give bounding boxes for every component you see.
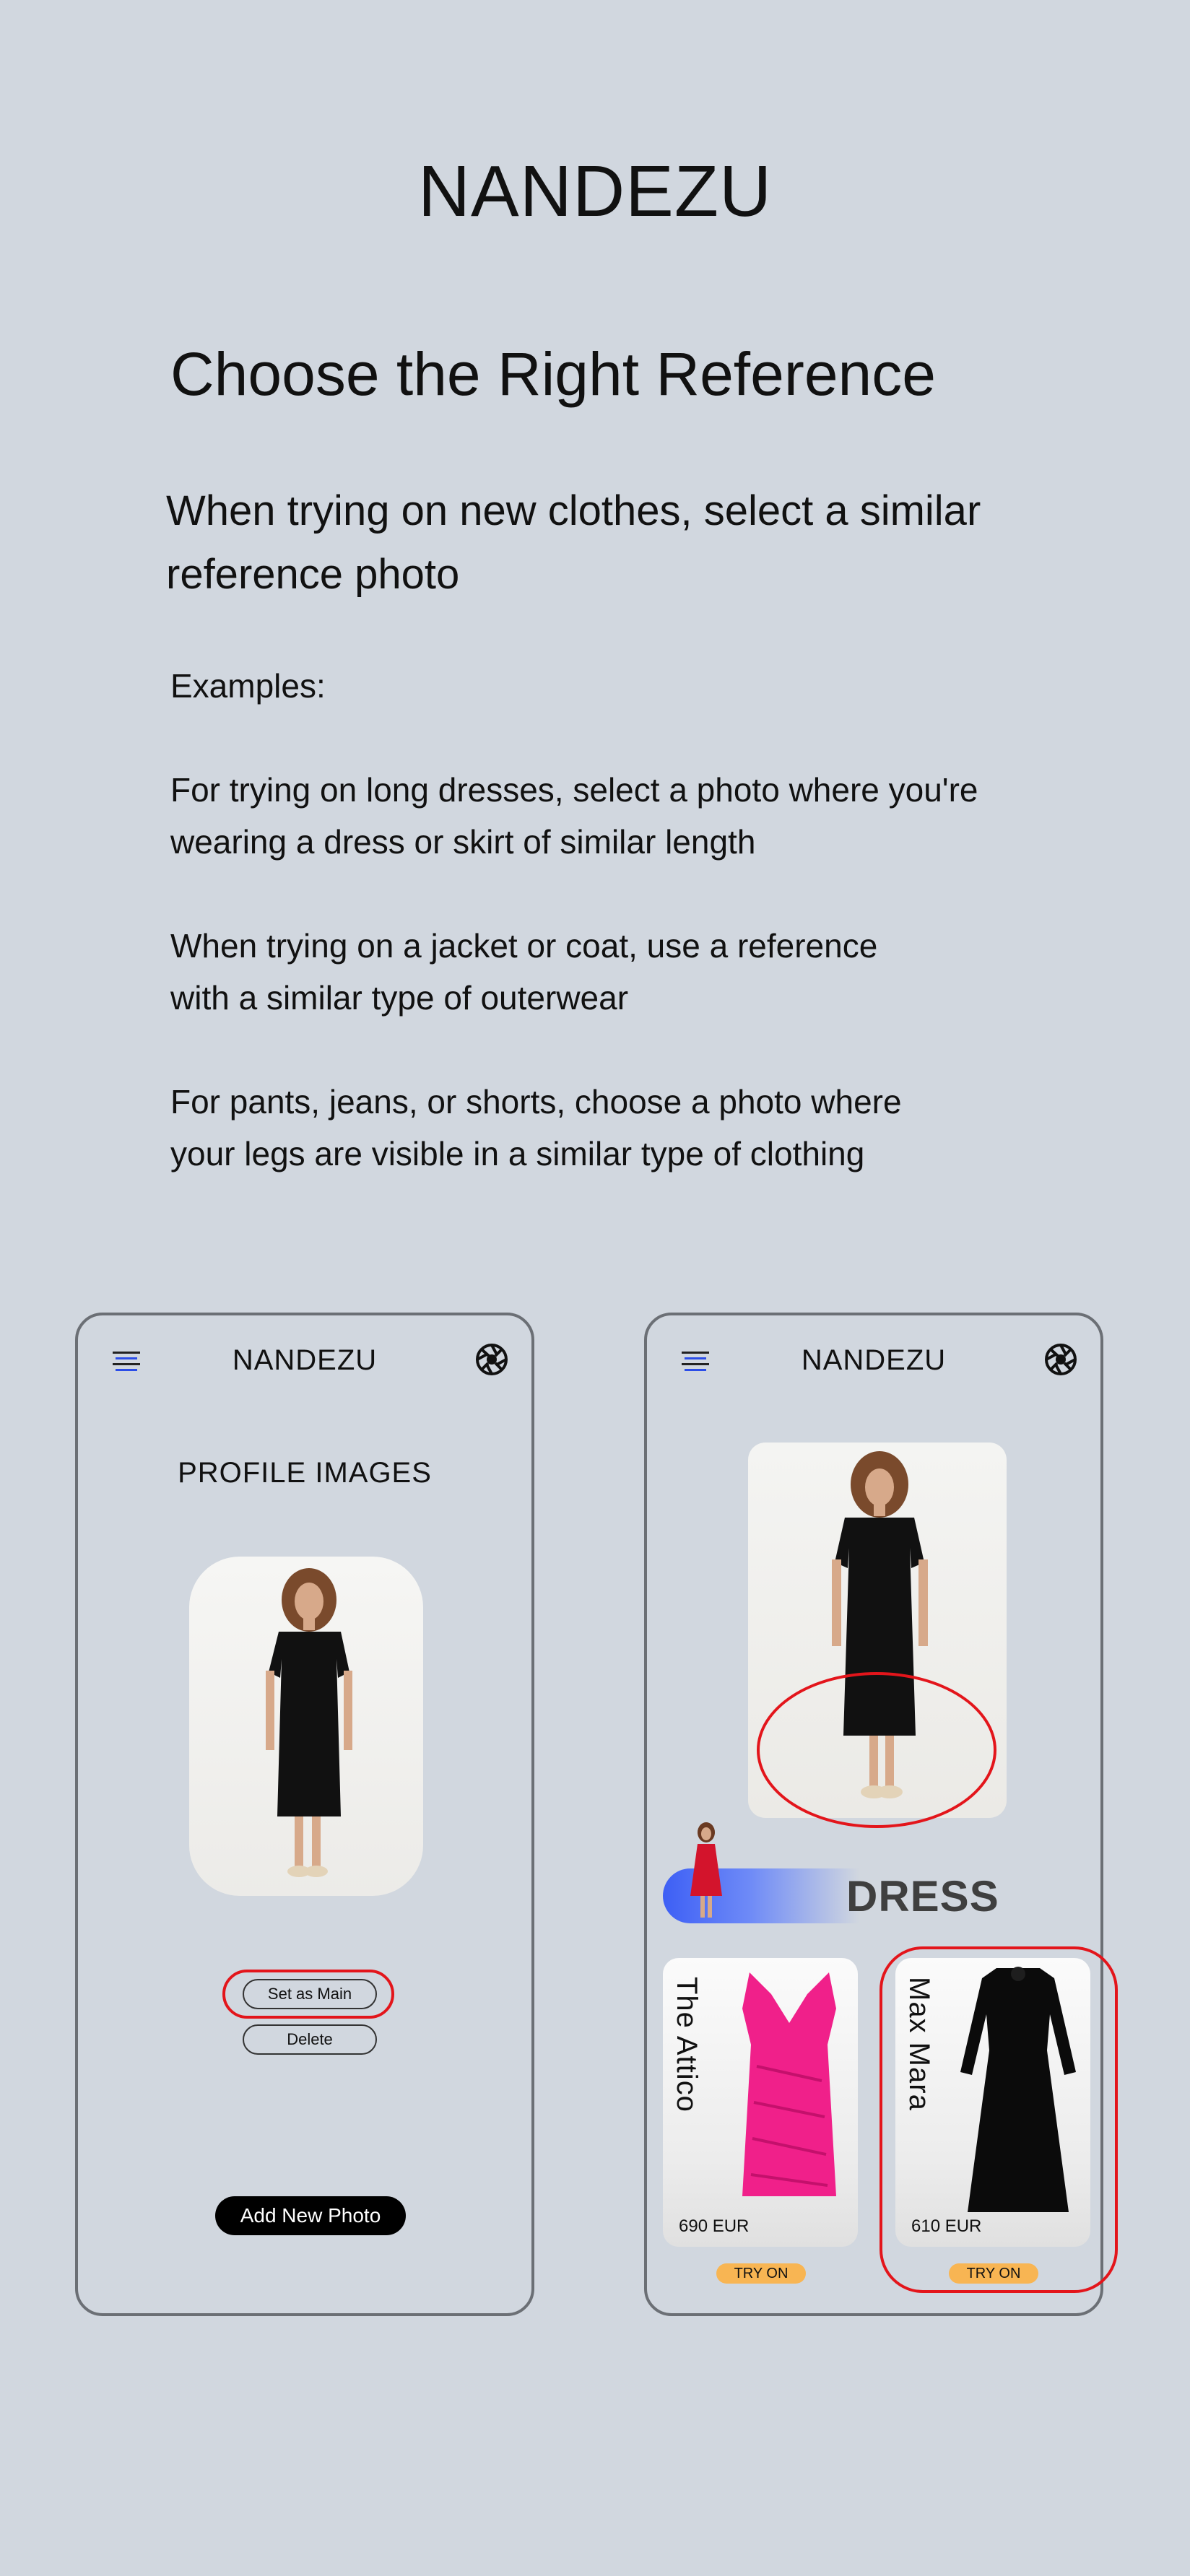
examples-label: Examples: — [170, 667, 326, 705]
profile-photo[interactable] — [189, 1557, 423, 1896]
example-dresses: For trying on long dresses, select a pho… — [170, 771, 978, 861]
phone-brand: NANDEZU — [232, 1344, 378, 1376]
category-title: DRESS — [846, 1872, 999, 1920]
subline: When trying on new clothes, select a sim… — [166, 487, 981, 598]
product-highlight — [880, 1946, 1118, 2293]
add-new-photo-button[interactable]: Add New Photo — [215, 2196, 406, 2235]
try-on-button-the-attico[interactable]: TRY ON — [716, 2263, 806, 2284]
product-card-the-attico[interactable]: The Attico 690 EUR — [663, 1958, 858, 2247]
page-brand-title: NANDEZU — [417, 151, 773, 232]
profile-images-title: PROFILE IMAGES — [178, 1457, 432, 1489]
set-as-main-button[interactable]: Set as Main — [243, 1979, 377, 2009]
headline: Choose the Right Reference — [170, 340, 936, 408]
phone-mockup-profile: NANDEZU PROFILE IMAGES Set as Main Delet… — [75, 1313, 534, 2316]
camera-shutter-icon[interactable] — [1044, 1343, 1077, 1376]
phone-mockup-try-on: NANDEZU DRESS The Attico 690 EUR Max Mar… — [644, 1313, 1118, 2316]
category-thumbnail-red-dress-image — [690, 1822, 722, 1918]
product-brand: The Attico — [671, 1977, 703, 2112]
product-price: 690 EUR — [679, 2216, 750, 2236]
example-outerwear: When trying on a jacket or coat, use a r… — [170, 927, 878, 1017]
woman-in-black-dress-image — [266, 1568, 352, 1877]
phone-brand: NANDEZU — [801, 1344, 947, 1376]
camera-shutter-icon[interactable] — [475, 1343, 508, 1376]
pink-dress-image — [742, 1972, 836, 2196]
try-on-button-max-mara[interactable]: TRY ON — [949, 2263, 1038, 2284]
length-highlight-ellipse — [757, 1672, 996, 1828]
example-pants: For pants, jeans, or shorts, choose a ph… — [170, 1083, 902, 1172]
delete-button[interactable]: Delete — [243, 2024, 377, 2055]
